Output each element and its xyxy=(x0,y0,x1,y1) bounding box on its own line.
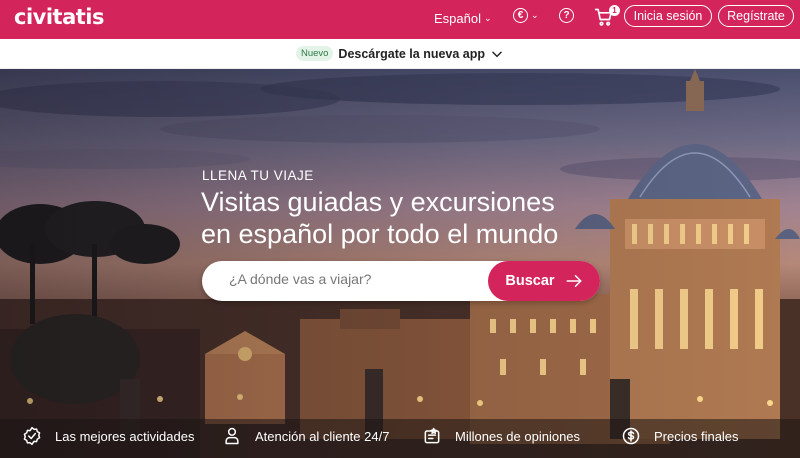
chevron-down-icon: ⌄ xyxy=(483,13,492,23)
register-button[interactable]: Regístrate xyxy=(718,5,794,27)
new-badge: Nuevo xyxy=(295,46,334,61)
language-selector[interactable]: Español ⌄ xyxy=(434,11,492,26)
euro-icon: € xyxy=(513,8,528,23)
features-strip: Las mejores actividades Atención al clie… xyxy=(0,418,800,458)
feature-best-activities: Las mejores actividades xyxy=(22,426,194,446)
cart-button[interactable]: 1 xyxy=(594,5,620,27)
search-button-label: Buscar xyxy=(505,273,555,289)
help-button[interactable]: ? xyxy=(559,8,574,23)
search-input[interactable] xyxy=(229,271,479,287)
feature-label: Las mejores actividades xyxy=(55,428,195,444)
support-agent-icon xyxy=(225,427,239,445)
login-button[interactable]: Inicia sesión xyxy=(624,5,712,27)
hero-headline-line1: Visitas guiadas y excursiones xyxy=(201,187,555,217)
arrow-right-icon xyxy=(566,275,582,287)
civitatis-logo[interactable]: civitatis xyxy=(14,5,104,29)
cart-count-badge: 1 xyxy=(609,5,620,16)
hero-headline: Visitas guiadas y excursiones en español… xyxy=(201,186,621,250)
top-navbar: civitatis Español ⌄ € ⌄ ? 1 Inicia sesió… xyxy=(0,0,800,39)
feature-label: Millones de opiniones xyxy=(455,428,581,444)
language-label: Español xyxy=(434,11,481,26)
feature-label: Atención al cliente 24/7 xyxy=(255,428,390,444)
hero-headline-line2: en español por todo el mundo xyxy=(201,219,559,249)
question-icon: ? xyxy=(559,8,574,23)
search-button[interactable]: Buscar xyxy=(488,261,600,301)
currency-selector[interactable]: € ⌄ xyxy=(513,8,539,23)
feature-label: Precios finales xyxy=(654,428,739,444)
search-bar: Buscar xyxy=(202,261,600,301)
hero-eyebrow: LLENA TU VIAJE xyxy=(202,168,314,183)
feature-final-prices: Precios finales xyxy=(621,426,739,446)
chevron-down-icon: ⌄ xyxy=(531,10,539,20)
dollar-icon xyxy=(622,427,640,445)
chevron-down-icon xyxy=(492,51,502,57)
feature-support: Atención al cliente 24/7 xyxy=(222,426,389,446)
app-banner-text: Descárgate la nueva app xyxy=(338,46,486,61)
reviews-icon xyxy=(424,427,440,444)
app-download-banner[interactable]: Nuevo Descárgate la nueva app xyxy=(0,39,800,69)
feature-reviews: Millones de opiniones xyxy=(422,426,580,446)
badge-check-icon xyxy=(23,426,41,446)
hero-section: LLENA TU VIAJE Visitas guiadas y excursi… xyxy=(0,69,800,458)
